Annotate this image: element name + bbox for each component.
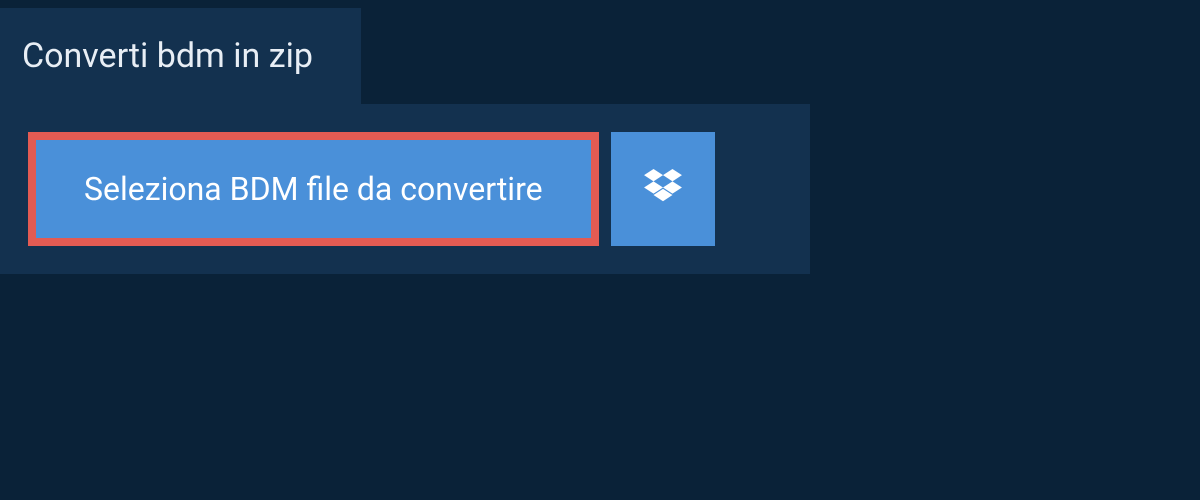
tab-title: Converti bdm in zip bbox=[22, 36, 313, 76]
converter-panel: Seleziona BDM file da convertire bbox=[0, 104, 810, 274]
select-file-button-label: Seleziona BDM file da convertire bbox=[84, 170, 543, 208]
converter-tab: Converti bdm in zip bbox=[0, 8, 361, 104]
button-row: Seleziona BDM file da convertire bbox=[28, 132, 782, 246]
select-file-button[interactable]: Seleziona BDM file da convertire bbox=[28, 132, 599, 246]
dropbox-icon bbox=[644, 169, 682, 209]
dropbox-button[interactable] bbox=[611, 132, 715, 246]
